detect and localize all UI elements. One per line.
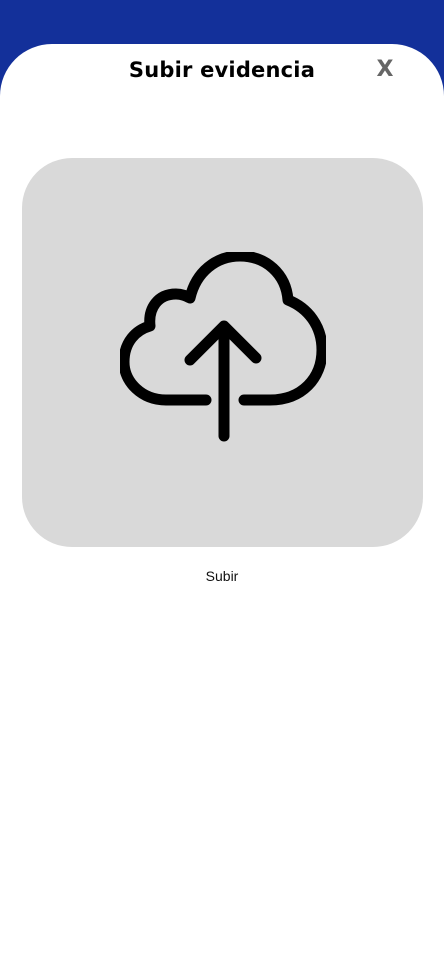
upload-label[interactable]: Subir: [0, 567, 444, 585]
cloud-upload-icon: [120, 252, 326, 442]
upload-dropzone[interactable]: [22, 158, 423, 547]
close-button[interactable]: X: [370, 54, 400, 84]
